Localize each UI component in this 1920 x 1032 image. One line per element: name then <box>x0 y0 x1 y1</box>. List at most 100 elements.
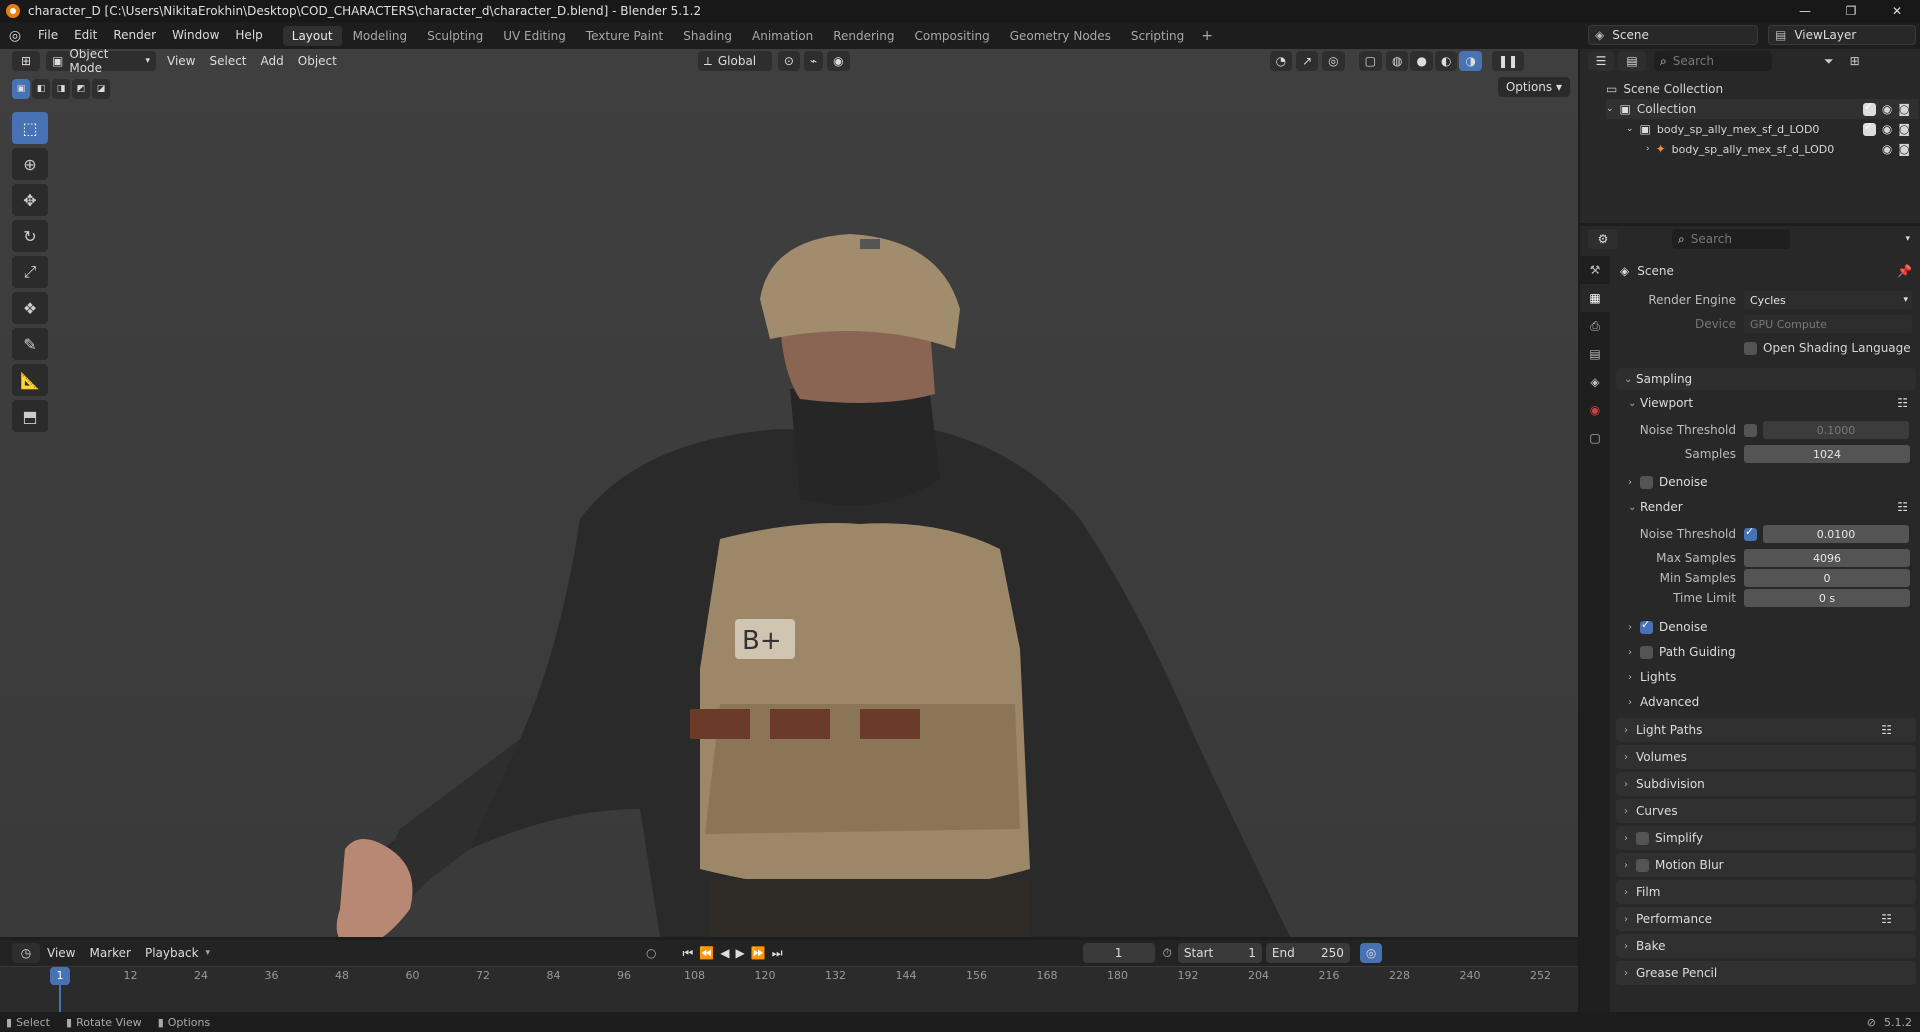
properties-search-input[interactable]: ⌕ Search <box>1672 229 1790 249</box>
tab-shading[interactable]: Shading <box>674 26 741 46</box>
panel-subdivision[interactable]: › Subdivision <box>1616 772 1916 796</box>
outliner-row-collection[interactable]: ⌄ ▣ Collection ◉ ◙ <box>1606 99 1918 119</box>
xray-icon[interactable]: ▢ <box>1358 51 1382 71</box>
camera-icon[interactable]: ◙ <box>1898 122 1910 136</box>
timeline-area[interactable]: 12 24 36 48 60 72 84 96 108 120 132 144 156 168 180 192… <box>0 966 1578 1013</box>
frame-rate-icon[interactable]: ⏱ <box>1163 946 1172 961</box>
camera-icon[interactable]: ◙ <box>1898 102 1910 116</box>
select-box-tool-icon[interactable]: ⬚ <box>12 112 48 144</box>
preset-icon[interactable]: ☷ <box>1881 912 1892 926</box>
eye-icon[interactable]: ◉ <box>1882 122 1892 136</box>
add-cube-tool-icon[interactable]: ⬒ <box>12 400 48 432</box>
transform-orientation-dropdown[interactable]: ⟂ Global <box>697 51 772 71</box>
tab-animation[interactable]: Animation <box>743 26 822 46</box>
chevron-right-icon[interactable]: › <box>1646 144 1650 154</box>
menu-help[interactable]: Help <box>227 22 270 49</box>
select-extend-icon[interactable]: ◧ <box>32 79 50 99</box>
viewport-menu-add[interactable]: Add <box>254 54 291 68</box>
tab-geometry-nodes[interactable]: Geometry Nodes <box>1001 26 1120 46</box>
mode-dropdown[interactable]: ▣ Object Mode ▾ <box>46 49 156 75</box>
timeline-editor-type-icon[interactable]: ◷ <box>12 943 40 963</box>
panel-light-paths[interactable]: › Light Paths ☷ <box>1616 718 1916 742</box>
select-intersect-icon[interactable]: ◪ <box>92 79 110 99</box>
properties-editor-type-icon[interactable]: ⚙ <box>1588 229 1618 249</box>
panel-grease-pencil[interactable]: › Grease Pencil <box>1616 961 1916 985</box>
display-mode-icon[interactable]: ▤ <box>1618 51 1646 71</box>
menu-edit[interactable]: Edit <box>66 22 105 49</box>
start-frame-field[interactable]: Start 1 <box>1177 943 1262 963</box>
tab-texture-paint[interactable]: Texture Paint <box>577 26 672 46</box>
min-samples-field[interactable]: 0 <box>1744 569 1910 587</box>
panel-film[interactable]: › Film <box>1616 880 1916 904</box>
render-engine-dropdown[interactable]: Cycles ▾ <box>1744 291 1912 309</box>
chevron-down-icon[interactable]: ⌄ <box>1626 124 1634 134</box>
tab-rendering[interactable]: Rendering <box>824 26 903 46</box>
r-noise-field[interactable]: 0.0100 <box>1763 525 1909 543</box>
measure-tool-icon[interactable]: 📐 <box>12 364 48 396</box>
preset-icon[interactable]: ☷ <box>1897 396 1908 410</box>
options-button[interactable]: Options ▾ <box>1497 77 1570 97</box>
tab-modeling[interactable]: Modeling <box>344 26 417 46</box>
end-frame-field[interactable]: End 250 <box>1265 943 1350 963</box>
tool-tab-icon[interactable]: ⚒ <box>1580 256 1610 284</box>
solid-shading-icon[interactable]: ● <box>1410 51 1433 71</box>
maximize-icon[interactable]: ❐ <box>1828 0 1874 22</box>
scene-tab-icon[interactable]: ◈ <box>1580 368 1610 396</box>
collection-tab-icon[interactable]: ▢ <box>1580 424 1610 452</box>
motion-blur-checkbox[interactable] <box>1636 858 1649 872</box>
menu-render[interactable]: Render <box>105 22 164 49</box>
pause-render-icon[interactable]: ❚❚ <box>1491 51 1525 71</box>
viewport-menu-view[interactable]: View <box>160 54 202 68</box>
viewport-menu-object[interactable]: Object <box>291 54 344 68</box>
r-denoise-row[interactable]: › Denoise <box>1628 616 1708 638</box>
world-tab-icon[interactable]: ◉ <box>1580 396 1610 424</box>
scale-tool-icon[interactable]: ⤢ <box>12 256 48 288</box>
visibility-icon[interactable]: ◔ <box>1269 51 1293 71</box>
viewport-menu-select[interactable]: Select <box>202 54 253 68</box>
eye-icon[interactable]: ◉ <box>1882 102 1892 116</box>
sampling-panel-header[interactable]: ⌄ Sampling <box>1616 368 1916 390</box>
jump-start-icon[interactable]: ⏮ <box>683 946 694 961</box>
tab-scripting[interactable]: Scripting <box>1122 26 1193 46</box>
filter-icon[interactable]: ⏷ <box>1824 54 1834 69</box>
panel-volumes[interactable]: › Volumes <box>1616 745 1916 769</box>
render-subpanel-header[interactable]: ⌄ Render ☷ <box>1628 496 1908 518</box>
vp-denoise-checkbox[interactable] <box>1640 475 1653 489</box>
vp-samples-field[interactable]: 1024 <box>1744 445 1910 463</box>
gizmo-icon[interactable]: ↗ <box>1296 51 1319 71</box>
device-dropdown[interactable]: GPU Compute <box>1744 315 1912 333</box>
vp-noise-field[interactable]: 0.1000 <box>1763 421 1909 439</box>
outliner-editor-type-icon[interactable]: ☰ <box>1588 51 1614 71</box>
material-shading-icon[interactable]: ◐ <box>1434 51 1458 71</box>
proportional-edit-icon[interactable]: ◉ <box>827 51 850 71</box>
osl-checkbox[interactable] <box>1744 341 1757 355</box>
pivot-icon[interactable]: ⊙ <box>777 51 800 71</box>
editor-type-icon[interactable]: ⊞ <box>12 51 40 71</box>
lights-row[interactable]: › Lights <box>1628 666 1676 688</box>
menu-file[interactable]: File <box>30 22 66 49</box>
outliner-row-armature[interactable]: › ✦ body_sp_ally_mex_sf_d_LOD0 ◉ ◙ <box>1646 139 1918 159</box>
vp-denoise-row[interactable]: › Denoise <box>1628 471 1708 493</box>
wireframe-shading-icon[interactable]: ◍ <box>1386 51 1409 71</box>
cursor-tool-icon[interactable]: ⊕ <box>12 148 48 180</box>
path-guiding-checkbox[interactable] <box>1640 645 1653 659</box>
overlays-icon[interactable]: ◎ <box>1322 51 1345 71</box>
preset-icon[interactable]: ☷ <box>1881 723 1892 737</box>
annotate-tool-icon[interactable]: ✎ <box>12 328 48 360</box>
panel-simplify[interactable]: › Simplify <box>1616 826 1916 850</box>
tab-compositing[interactable]: Compositing <box>905 26 998 46</box>
menu-window[interactable]: Window <box>164 22 227 49</box>
simplify-checkbox[interactable] <box>1636 831 1649 845</box>
jump-end-icon[interactable]: ⏭ <box>772 946 783 961</box>
outliner-row-object[interactable]: ⌄ ▣ body_sp_ally_mex_sf_d_LOD0 ◉ ◙ <box>1626 119 1918 139</box>
move-tool-icon[interactable]: ✥ <box>12 184 48 216</box>
r-denoise-checkbox[interactable] <box>1640 618 1653 634</box>
timeline-menu-view[interactable]: View <box>40 946 82 960</box>
jump-prev-key-icon[interactable]: ⏪ <box>699 946 714 960</box>
time-limit-field[interactable]: 0 s <box>1744 589 1910 607</box>
scene-selector[interactable]: ◈ Scene <box>1588 25 1758 45</box>
r-noise-checkbox[interactable] <box>1744 525 1757 541</box>
exclude-checkbox[interactable] <box>1862 100 1876 116</box>
minimize-icon[interactable]: — <box>1782 0 1828 22</box>
add-workspace-icon[interactable]: + <box>1195 28 1219 44</box>
